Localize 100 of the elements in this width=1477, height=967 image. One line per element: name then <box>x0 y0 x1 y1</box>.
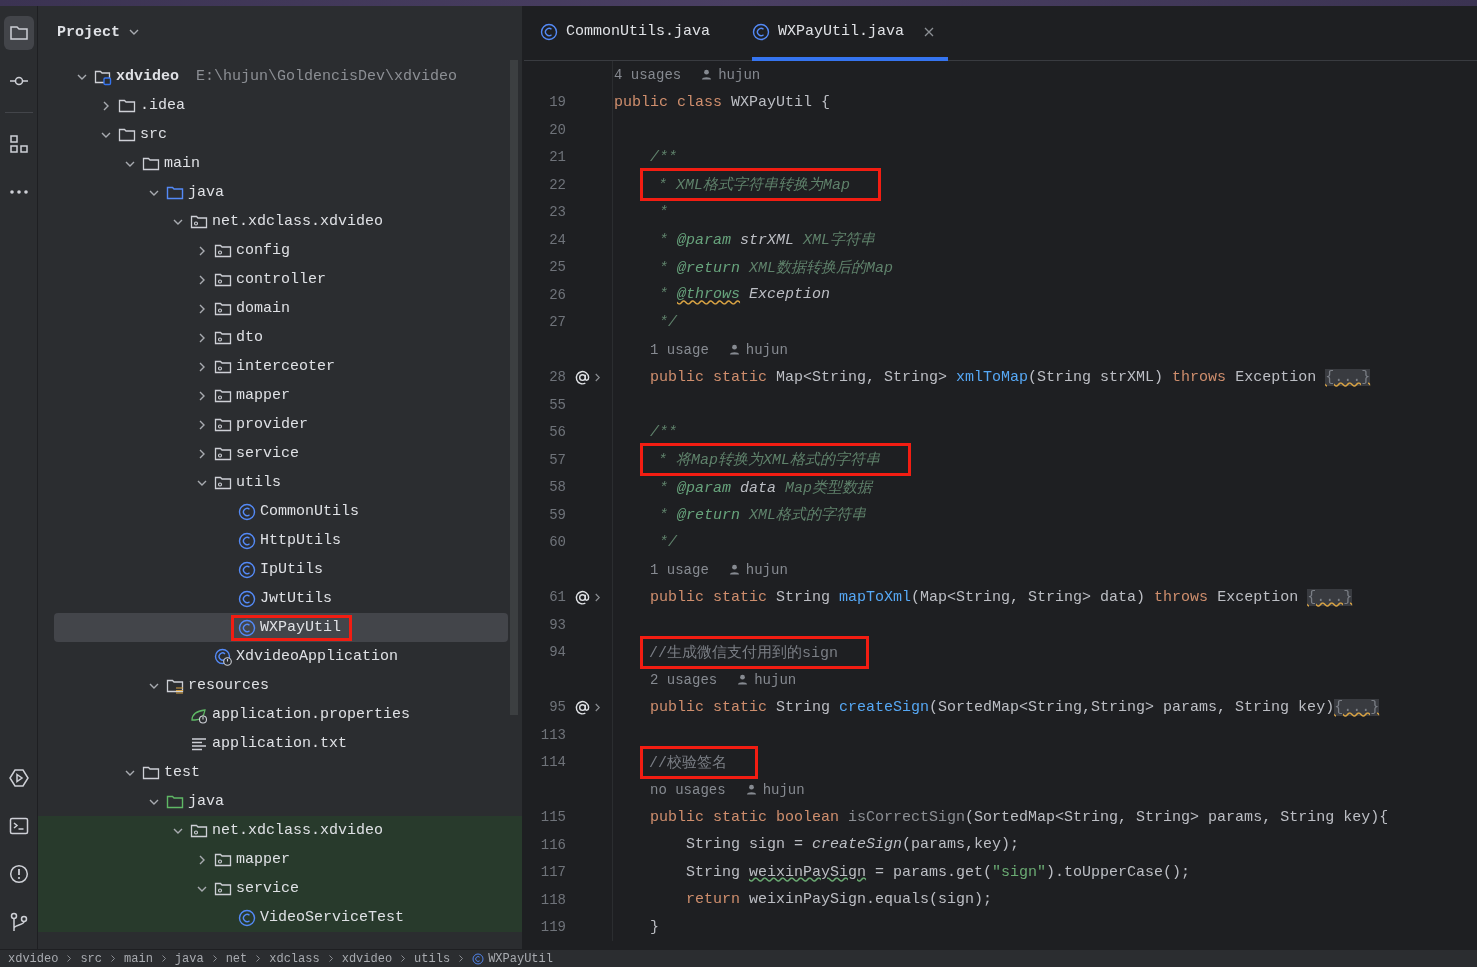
tree-item[interactable]: application.txt <box>54 729 508 758</box>
tree-item[interactable]: net.xdclass.xdvideo <box>54 207 508 236</box>
usages-hint[interactable]: 2 usages <box>650 671 718 688</box>
breadcrumb-item[interactable]: xdclass <box>269 951 320 966</box>
tree-item[interactable]: IpUtils <box>54 555 508 584</box>
tree-item[interactable]: utils <box>54 468 508 497</box>
usages-hint[interactable]: no usages <box>650 781 726 798</box>
tree-item[interactable]: domain <box>54 294 508 323</box>
play-icon[interactable] <box>8 768 29 788</box>
author-hint[interactable]: hujun <box>718 66 761 83</box>
line-number: 27 <box>548 314 566 331</box>
author-hint[interactable]: hujun <box>745 561 788 578</box>
line-number: 23 <box>548 204 566 221</box>
editor-tab[interactable]: WXPayUtil.java <box>752 6 949 61</box>
tree-item[interactable]: xdvideo E:\hujun\GoldencisDev\xdvideo <box>54 62 508 91</box>
tree-item[interactable]: service <box>54 439 508 468</box>
class-icon <box>238 589 256 608</box>
author-hint[interactable]: hujun <box>762 781 805 798</box>
tree-item[interactable]: main <box>54 149 508 178</box>
tree-item[interactable]: test <box>54 758 508 787</box>
code-line: /** <box>650 423 677 441</box>
warning-icon[interactable] <box>8 864 29 884</box>
line-number: 26 <box>548 286 566 303</box>
line-number: 60 <box>548 534 566 551</box>
tree-item[interactable]: src <box>54 120 508 149</box>
code-line: * <box>658 203 668 221</box>
author-hint[interactable]: hujun <box>745 341 788 358</box>
chevron-right-icon <box>255 954 262 963</box>
folder-icon[interactable] <box>8 23 29 43</box>
line-number: 119 <box>539 919 566 936</box>
chevron-right-icon[interactable] <box>594 701 601 713</box>
line-number: 59 <box>548 506 566 523</box>
tree-item[interactable]: XdvideoApplication <box>54 642 508 671</box>
tree-item[interactable]: dto <box>54 323 508 352</box>
chevron-right-icon <box>66 954 73 963</box>
code-line: return weixinPaySign.equals(sign); <box>686 891 993 909</box>
breadcrumb-item[interactable]: utils <box>414 951 451 966</box>
user-icon <box>745 784 757 796</box>
code-line: * @param strXML XML字符串 <box>658 230 876 250</box>
tree-item[interactable]: mapper <box>54 381 508 410</box>
line-number: 22 <box>548 176 566 193</box>
line-number: 55 <box>548 396 566 413</box>
tree-item[interactable]: resources <box>54 671 508 700</box>
code-line: public static boolean isCorrectSign(SortedMap<String, String> params, String key){ <box>650 808 1389 826</box>
tree-item[interactable]: CommonUtils <box>54 497 508 526</box>
tree-item[interactable]: controller <box>54 265 508 294</box>
tree-item[interactable]: WXPayUtil <box>54 613 508 642</box>
chevron-right-icon <box>400 954 407 963</box>
code-line: * @return XML格式的字符串 <box>658 505 867 525</box>
chevron-right-icon <box>458 954 465 963</box>
more-icon[interactable] <box>8 189 29 195</box>
tree-item[interactable]: .idea <box>54 91 508 120</box>
panel-title[interactable]: Project <box>57 23 120 41</box>
at-sign-icon[interactable] <box>574 698 591 716</box>
author-hint[interactable]: hujun <box>754 671 797 688</box>
line-number: 116 <box>539 836 566 853</box>
tree-item[interactable]: JwtUtils <box>54 584 508 613</box>
chevron-right-icon <box>327 954 334 963</box>
chevron-right-icon[interactable] <box>594 371 601 383</box>
line-number: 93 <box>548 616 566 633</box>
tree-item[interactable]: net.xdclass.xdvideo <box>54 816 508 845</box>
code-line: * @throws Exception <box>658 286 831 304</box>
breadcrumb-item[interactable]: xdvideo <box>341 951 393 966</box>
breadcrumb-item[interactable]: net <box>225 951 248 966</box>
usages-hint[interactable]: 4 usages <box>614 66 682 83</box>
tree-item[interactable]: HttpUtils <box>54 526 508 555</box>
chevron-right-icon <box>110 954 117 963</box>
tree-item[interactable]: java <box>54 178 508 207</box>
tree-item[interactable]: mapper <box>54 845 508 874</box>
tree-item[interactable]: application.properties <box>54 700 508 729</box>
terminal-icon[interactable] <box>8 816 29 836</box>
line-number: 94 <box>548 644 566 661</box>
tree-item[interactable]: provider <box>54 410 508 439</box>
breadcrumb-item[interactable]: java <box>174 951 204 966</box>
line-number: 24 <box>548 231 566 248</box>
tree-item[interactable]: interceoter <box>54 352 508 381</box>
breadcrumb-item[interactable]: WXPayUtil <box>488 951 553 966</box>
chevron-right-icon[interactable] <box>594 591 601 603</box>
tree-item[interactable]: config <box>54 236 508 265</box>
breadcrumb-item[interactable]: xdvideo <box>8 951 59 966</box>
user-icon <box>737 674 749 686</box>
usages-hint[interactable]: 1 usage <box>650 561 709 578</box>
editor-tab[interactable]: CommonUtils.java <box>540 6 727 61</box>
tree-item[interactable]: java <box>54 787 508 816</box>
close-icon[interactable] <box>924 26 935 37</box>
at-sign-icon[interactable] <box>574 588 591 606</box>
line-number: 58 <box>548 479 566 496</box>
branch-icon[interactable] <box>8 912 29 932</box>
user-icon <box>701 69 713 81</box>
code-line: public static Map<String, String> xmlToMap(String strXML) throws Exception {...} <box>650 368 1371 386</box>
tree-item[interactable]: service <box>54 874 508 903</box>
line-number: 28 <box>548 369 566 386</box>
at-sign-icon[interactable] <box>574 368 591 386</box>
tree-item[interactable]: VideoServiceTest <box>54 903 508 932</box>
usages-hint[interactable]: 1 usage <box>650 341 709 358</box>
class-icon <box>752 22 771 41</box>
breadcrumb-item[interactable]: src <box>80 951 103 966</box>
line-number: 56 <box>548 424 566 441</box>
structure-icon[interactable] <box>8 134 29 154</box>
breadcrumb-item[interactable]: main <box>124 951 153 966</box>
